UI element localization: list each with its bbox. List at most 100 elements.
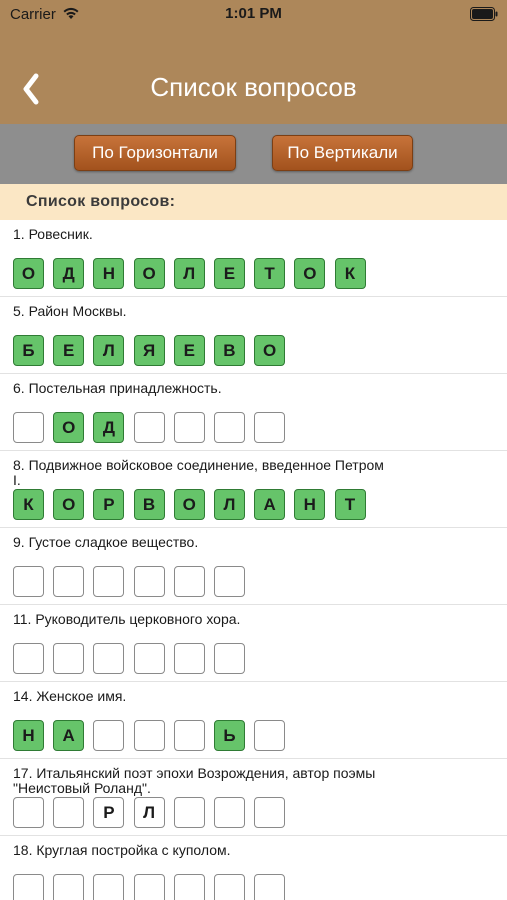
letter-cell[interactable] <box>173 643 205 674</box>
question-text: 9. Густое сладкое вещество. <box>13 534 199 550</box>
question-row[interactable]: 5. Район Москвы. Б Е Л Я Е В О <box>0 297 507 374</box>
letter-cell[interactable]: О <box>294 258 326 289</box>
letter-cell[interactable] <box>93 720 125 751</box>
letter-cell[interactable]: А <box>254 489 286 520</box>
letter-cell[interactable]: О <box>173 489 205 520</box>
letter-cell[interactable]: Л <box>133 797 165 828</box>
question-text: 1. Ровесник. <box>13 226 93 242</box>
letter-cell[interactable]: Д <box>93 412 125 443</box>
letter-cell[interactable] <box>13 797 44 828</box>
letter-cell[interactable] <box>93 566 125 597</box>
letter-cell[interactable] <box>133 566 165 597</box>
letter-cell[interactable] <box>53 643 85 674</box>
question-row[interactable]: 18. Круглая постройка с куполом. <box>0 836 507 900</box>
answer-cells: ОД <box>13 412 294 444</box>
letter-cell[interactable] <box>173 797 205 828</box>
letter-cell[interactable]: Я <box>133 335 165 366</box>
letter-cell[interactable] <box>53 874 85 900</box>
answer-cells <box>13 874 294 900</box>
letter-cell[interactable]: Ь <box>213 720 245 751</box>
letter-cell[interactable] <box>13 874 44 900</box>
letter-cell[interactable]: К <box>13 489 44 520</box>
letter-cell[interactable] <box>133 720 165 751</box>
letter-cell[interactable]: Е <box>53 335 85 366</box>
letter-cell[interactable]: О <box>13 258 44 289</box>
question-row[interactable]: 8. Подвижное войсковое соединение, введе… <box>0 451 507 528</box>
question-row[interactable]: 11. Руководитель церковного хора. <box>0 605 507 682</box>
direction-selector: По Горизонтали По Вертикали <box>0 124 507 184</box>
letter-cell[interactable] <box>173 874 205 900</box>
letter-cell[interactable]: Л <box>173 258 205 289</box>
letter-cell[interactable]: Н <box>294 489 326 520</box>
answer-cells <box>13 643 254 675</box>
letter-cell[interactable] <box>53 566 85 597</box>
letter-cell[interactable]: Т <box>254 258 286 289</box>
letter-cell[interactable] <box>254 412 286 443</box>
letter-cell[interactable]: О <box>53 412 85 443</box>
letter-cell[interactable] <box>13 566 44 597</box>
letter-cell[interactable]: Р <box>93 489 125 520</box>
answer-cells: РЛ <box>13 797 294 829</box>
letter-cell[interactable] <box>133 874 165 900</box>
question-row[interactable]: 9. Густое сладкое вещество. <box>0 528 507 605</box>
letter-cell[interactable]: Л <box>93 335 125 366</box>
page-title: Список вопросов <box>150 72 357 102</box>
section-title: Список вопросов: <box>26 193 176 210</box>
question-text: 17. Итальянский поэт эпохи Возрождения, … <box>13 765 376 796</box>
letter-cell[interactable] <box>254 720 286 751</box>
letter-cell[interactable] <box>213 412 245 443</box>
letter-cell[interactable] <box>254 797 286 828</box>
question-row[interactable]: 1. Ровесник. О Д Н О Л Е Т О К <box>0 220 507 297</box>
question-row[interactable]: 6. Постельная принадлежность. О Д <box>0 374 507 451</box>
letter-cell[interactable] <box>173 720 205 751</box>
letter-cell[interactable]: О <box>133 258 165 289</box>
letter-cell[interactable]: В <box>213 335 245 366</box>
letter-cell[interactable] <box>173 566 205 597</box>
letter-cell[interactable] <box>13 643 44 674</box>
letter-cell[interactable] <box>254 874 286 900</box>
question-list[interactable]: 1. Ровесник. О Д Н О Л Е Т О К 5. Район Москвы. Б Е Л… <box>0 220 507 900</box>
letter-cell[interactable]: В <box>133 489 165 520</box>
letter-cell[interactable]: Б <box>13 335 44 366</box>
status-bar: Carrier 1:01 PM <box>0 0 507 30</box>
letter-cell[interactable]: Л <box>213 489 245 520</box>
letter-cell[interactable]: Р <box>93 797 125 828</box>
letter-cell[interactable]: Е <box>213 258 245 289</box>
question-text: 11. Руководитель церковного хора. <box>13 611 241 627</box>
question-row[interactable]: 17. Итальянский поэт эпохи Возрождения, … <box>0 759 507 836</box>
question-text: 6. Постельная принадлежность. <box>13 380 222 396</box>
horizontal-button[interactable]: По Горизонтали <box>74 135 236 171</box>
letter-cell[interactable] <box>213 643 245 674</box>
letter-cell[interactable] <box>133 643 165 674</box>
letter-cell[interactable]: О <box>53 489 85 520</box>
section-header: Список вопросов: <box>0 184 507 220</box>
letter-cell[interactable]: Т <box>334 489 366 520</box>
letter-cell[interactable]: А <box>53 720 85 751</box>
letter-cell[interactable] <box>93 874 125 900</box>
letter-cell[interactable] <box>213 566 245 597</box>
navigation-bar: Список вопросов <box>0 60 507 116</box>
answer-cells: БЕЛЯЕВО <box>13 335 294 367</box>
question-text: 14. Женское имя. <box>13 688 127 704</box>
letter-cell[interactable] <box>93 643 125 674</box>
vertical-button[interactable]: По Вертикали <box>272 135 413 171</box>
letter-cell[interactable] <box>53 797 85 828</box>
answer-cells: КОРВОЛАНТ <box>13 489 375 521</box>
letter-cell[interactable]: Н <box>13 720 44 751</box>
letter-cell[interactable]: К <box>334 258 366 289</box>
answer-cells <box>13 566 254 598</box>
letter-cell[interactable]: Н <box>93 258 125 289</box>
question-text: 5. Район Москвы. <box>13 303 127 319</box>
letter-cell[interactable] <box>13 412 44 443</box>
letter-cell[interactable] <box>213 874 245 900</box>
answer-cells: ОДНОЛЕТОК <box>13 258 375 290</box>
letter-cell[interactable] <box>133 412 165 443</box>
letter-cell[interactable] <box>213 797 245 828</box>
letter-cell[interactable]: О <box>254 335 286 366</box>
letter-cell[interactable]: Д <box>53 258 85 289</box>
question-text: 18. Круглая постройка с куполом. <box>13 842 231 858</box>
question-row[interactable]: 14. Женское имя. Н А Ь <box>0 682 507 759</box>
letter-cell[interactable] <box>173 412 205 443</box>
app-header: Carrier 1:01 PM Список вопросов <box>0 0 507 124</box>
letter-cell[interactable]: Е <box>173 335 205 366</box>
